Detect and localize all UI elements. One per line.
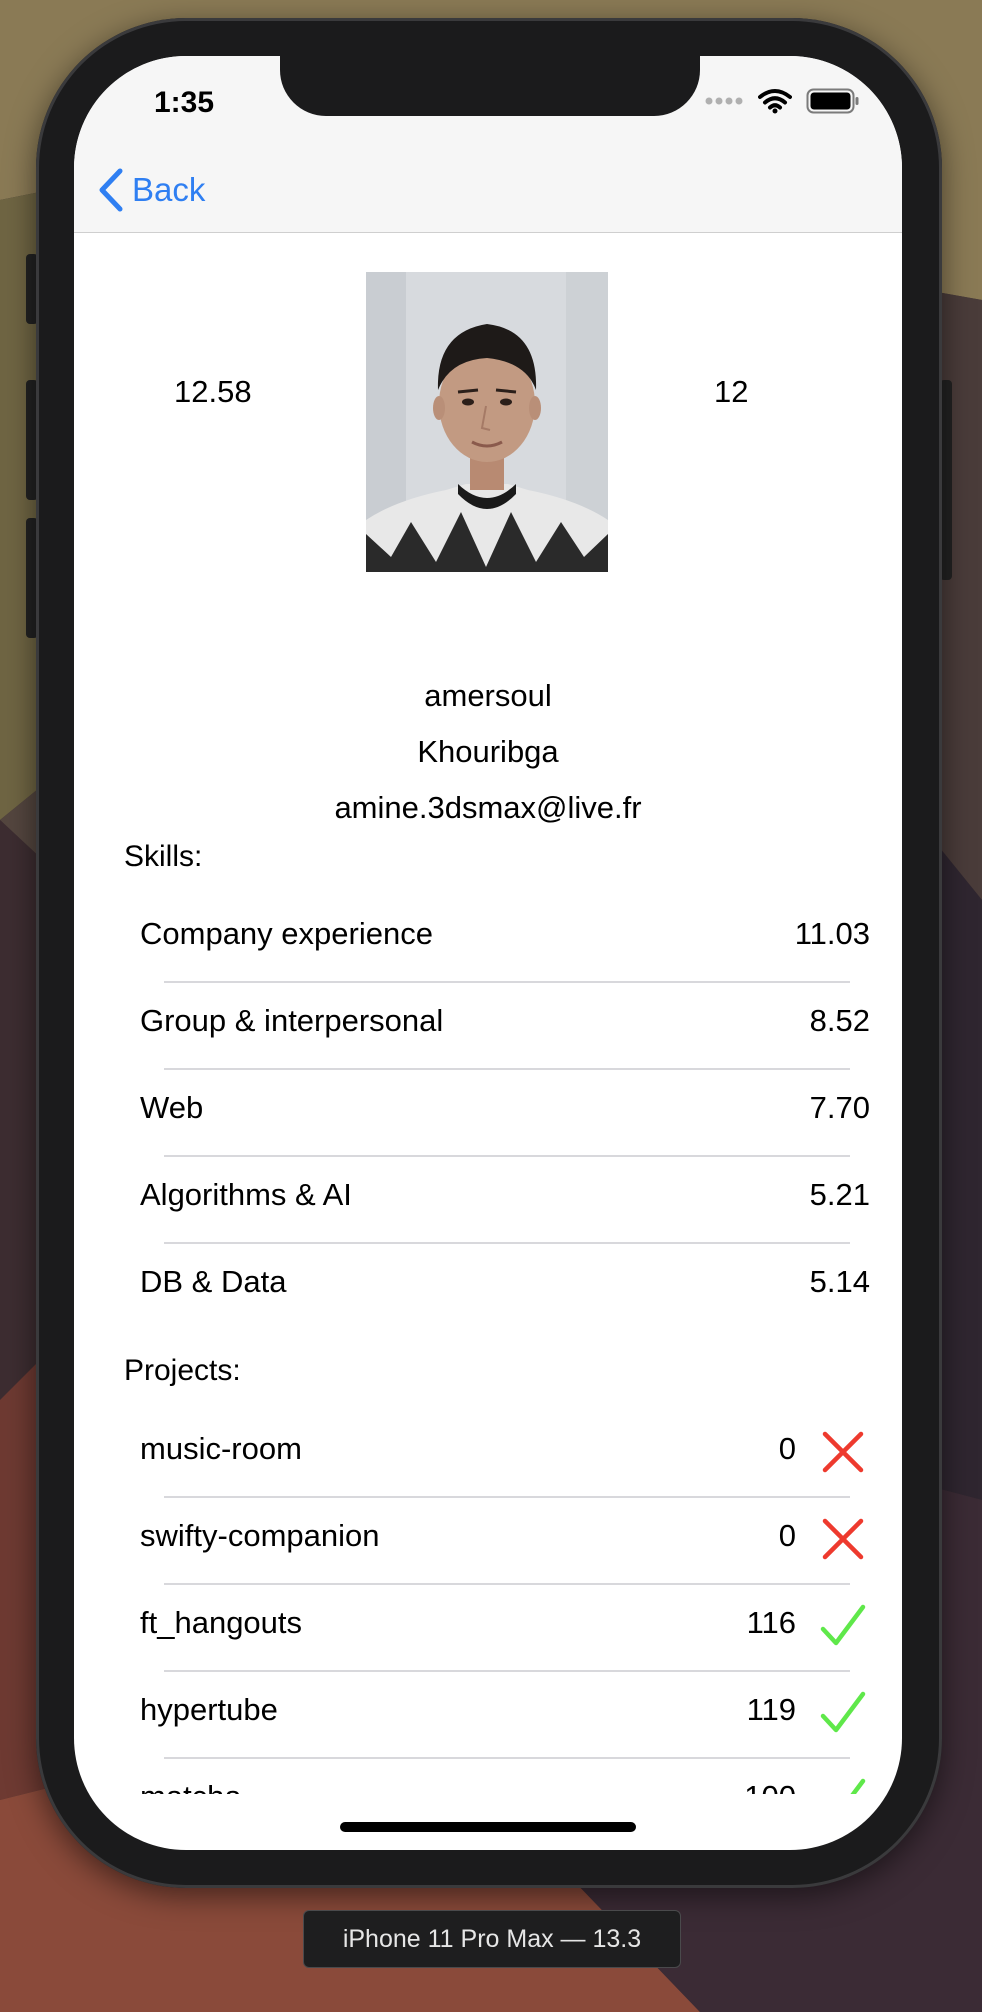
checkmark-icon: [820, 1691, 866, 1733]
skill-level: 8.52: [809, 1003, 870, 1038]
user-login: amersoul: [424, 678, 552, 713]
skill-level: 5.14: [809, 1264, 870, 1299]
user-email: amine.3dsmax@live.fr: [334, 790, 642, 825]
skill-row[interactable]: Company experience 11.03: [140, 894, 886, 980]
skill-level: 5.21: [809, 1177, 870, 1212]
project-name: swifty-companion: [140, 1518, 380, 1553]
project-row[interactable]: music-room 0: [140, 1409, 886, 1495]
level-value: 12.58: [174, 374, 252, 409]
skill-level: 7.70: [809, 1090, 870, 1125]
avatar-photo: [366, 272, 608, 572]
back-label: Back: [132, 171, 206, 208]
profile-content[interactable]: 12.58 12 amersoul Khouribga amine.3dsmax…: [74, 234, 902, 1794]
checkmark-icon: [850, 1778, 866, 1794]
home-indicator[interactable]: [340, 1822, 636, 1832]
project-name: hypertube: [140, 1692, 278, 1727]
project-row[interactable]: swifty-companion 0: [140, 1496, 886, 1582]
simulator-caption: iPhone 11 Pro Max — 13.3: [303, 1910, 681, 1968]
skill-row[interactable]: Web 7.70: [140, 1068, 886, 1154]
project-grade: 119: [746, 1692, 796, 1727]
status-icons: [704, 88, 860, 114]
skills-title: Skills:: [124, 840, 203, 873]
status-time: 1:35: [154, 86, 215, 119]
cross-icon: [822, 1431, 864, 1473]
back-button[interactable]: Back: [98, 168, 205, 212]
project-row[interactable]: hypertube 119: [140, 1670, 886, 1756]
project-grade: 0: [778, 1431, 796, 1466]
skill-name: Algorithms & AI: [140, 1177, 352, 1212]
wifi-icon: [758, 89, 792, 114]
project-name: matcha: [140, 1779, 242, 1794]
avatar: [366, 272, 608, 572]
project-grade: 0: [778, 1518, 796, 1553]
project-row[interactable]: ft_hangouts 116: [140, 1583, 886, 1669]
device-notch: [280, 56, 700, 116]
skill-name: DB & Data: [140, 1264, 287, 1299]
checkmark-icon: [820, 1604, 866, 1646]
skill-row[interactable]: DB & Data 5.14: [140, 1242, 886, 1328]
projects-title: Projects:: [124, 1354, 241, 1387]
battery-icon: [806, 88, 859, 114]
project-row[interactable]: matcha 100: [140, 1757, 886, 1794]
cellular-signal-icon: [705, 97, 743, 105]
skill-row[interactable]: Group & interpersonal 8.52: [140, 981, 886, 1067]
project-grade: 116: [746, 1605, 796, 1640]
project-name: ft_hangouts: [140, 1605, 303, 1640]
project-name: music-room: [140, 1431, 302, 1466]
skill-name: Web: [140, 1090, 204, 1125]
skill-level: 11.03: [794, 916, 870, 951]
app-screen: Back 1:35 12.58 12 amersoul Khouribga am…: [74, 56, 902, 1850]
skill-name: Group & interpersonal: [140, 1003, 444, 1038]
chevron-left-icon: [99, 168, 123, 212]
cross-icon: [822, 1518, 864, 1560]
project-grade: 100: [744, 1779, 796, 1794]
skill-name: Company experience: [140, 916, 433, 951]
skill-row[interactable]: Algorithms & AI 5.21: [140, 1155, 886, 1241]
user-campus: Khouribga: [417, 734, 559, 769]
wallet-value: 12: [714, 374, 749, 409]
